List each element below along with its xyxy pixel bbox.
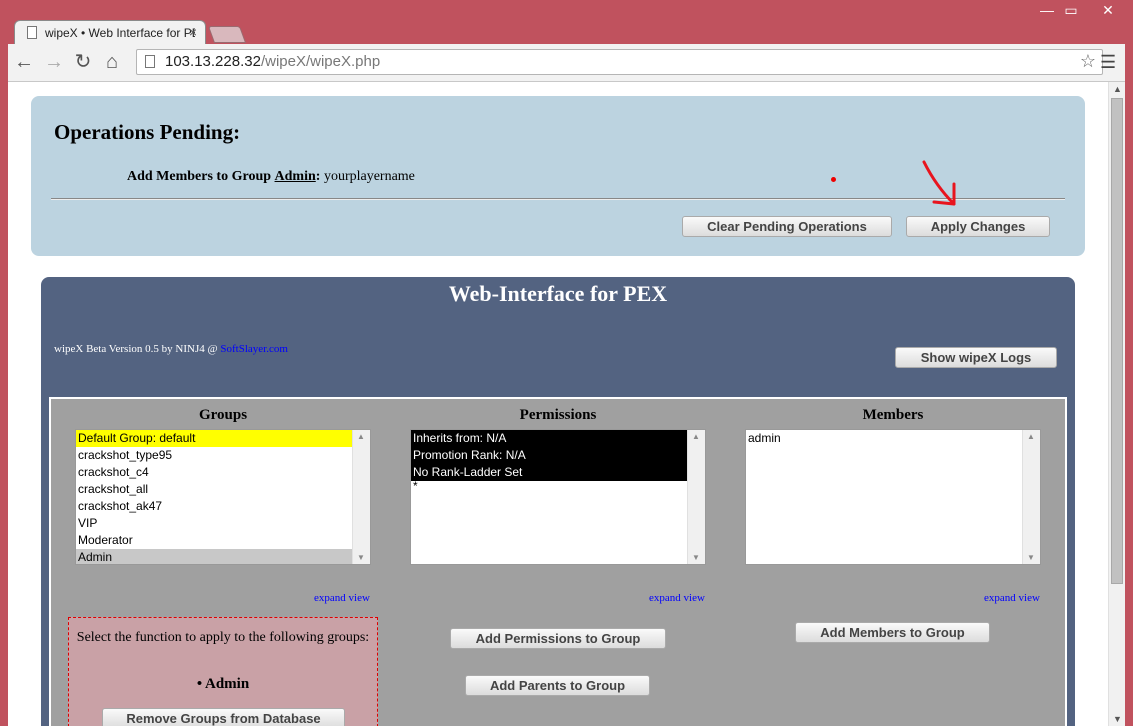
function-box: Select the function to apply to the foll…: [68, 617, 378, 726]
list-item[interactable]: crackshot_type95: [76, 447, 352, 464]
permissions-expand-link[interactable]: expand view: [649, 592, 705, 604]
add-permissions-button[interactable]: Add Permissions to Group: [450, 628, 666, 649]
hand-drawn-arrow-icon: [922, 160, 956, 206]
home-icon[interactable]: ⌂: [100, 50, 124, 74]
add-members-button[interactable]: Add Members to Group: [795, 622, 990, 643]
forward-icon[interactable]: →: [42, 50, 66, 74]
clear-pending-button[interactable]: Clear Pending Operations: [682, 216, 892, 237]
list-scrollbar[interactable]: ▲ ▼: [687, 430, 705, 564]
maximize-icon[interactable]: ▭: [1059, 2, 1083, 19]
group-link[interactable]: Admin: [275, 169, 316, 184]
scroll-up-icon[interactable]: ▲: [1113, 84, 1122, 94]
show-logs-button[interactable]: Show wipeX Logs: [895, 347, 1057, 368]
selected-group: • Admin: [196, 676, 250, 692]
close-window-icon[interactable]: ✕: [1093, 2, 1123, 19]
list-item[interactable]: Moderator: [76, 532, 352, 549]
divider: [51, 198, 1065, 200]
tab-close-icon[interactable]: ×: [189, 24, 197, 40]
list-item[interactable]: Inherits from: N/A: [411, 430, 687, 447]
scroll-thumb[interactable]: [1111, 98, 1123, 584]
list-scrollbar[interactable]: ▲ ▼: [1022, 430, 1040, 564]
browser-toolbar: ← → ↻ ⌂ 103.13.228.32/wipeX/wipeX.php ☆ …: [8, 44, 1125, 82]
pex-title: Web-Interface for PEX: [448, 281, 668, 306]
page-icon: [27, 26, 37, 39]
address-bar[interactable]: 103.13.228.32/wipeX/wipeX.php ☆: [136, 49, 1103, 75]
members-title: Members: [862, 407, 924, 423]
browser-tab[interactable]: wipeX • Web Interface for PEX ×: [14, 20, 206, 44]
groups-expand-link[interactable]: expand view: [314, 592, 370, 604]
permissions-title: Permissions: [519, 407, 597, 423]
list-item[interactable]: Promotion Rank: N/A: [411, 447, 687, 464]
members-list[interactable]: admin ▲ ▼: [745, 429, 1041, 565]
list-item[interactable]: crackshot_c4: [76, 464, 352, 481]
tab-title: wipeX • Web Interface for PEX: [45, 26, 195, 40]
red-dot: [831, 177, 836, 182]
url-text: 103.13.228.32/wipeX/wipeX.php: [165, 53, 381, 70]
list-item[interactable]: *: [411, 480, 687, 492]
list-item[interactable]: crackshot_all: [76, 481, 352, 498]
softslayer-link[interactable]: SoftSlayer.com: [220, 343, 288, 355]
function-instructions: Select the function to apply to the foll…: [76, 630, 370, 645]
reload-icon[interactable]: ↻: [71, 50, 95, 74]
management-area: Groups Permissions Members Default Group…: [49, 397, 1067, 726]
list-item[interactable]: crackshot_ak47: [76, 498, 352, 515]
list-item[interactable]: admin: [746, 430, 1022, 447]
members-expand-link[interactable]: expand view: [984, 592, 1040, 604]
add-parents-button[interactable]: Add Parents to Group: [465, 675, 650, 696]
list-item[interactable]: VIP: [76, 515, 352, 532]
scroll-down-icon[interactable]: ▼: [1113, 714, 1122, 724]
page-scrollbar[interactable]: ▲ ▼: [1108, 82, 1125, 726]
new-tab-button[interactable]: [207, 26, 247, 43]
permissions-list[interactable]: Inherits from: N/A Promotion Rank: N/A N…: [410, 429, 706, 565]
list-item[interactable]: No Rank-Ladder Set: [411, 464, 687, 481]
list-item[interactable]: Default Group: default: [76, 430, 352, 447]
groups-list[interactable]: Default Group: default crackshot_type95 …: [75, 429, 371, 565]
version-info: wipeX Beta Version 0.5 by NINJ4 @ SoftSl…: [54, 343, 288, 355]
groups-title: Groups: [198, 407, 248, 423]
page-viewport: Operations Pending: Add Members to Group…: [8, 82, 1125, 726]
menu-icon[interactable]: ☰: [1100, 52, 1116, 73]
apply-changes-button[interactable]: Apply Changes: [906, 216, 1050, 237]
list-scrollbar[interactable]: ▲ ▼: [352, 430, 370, 564]
bookmark-star-icon[interactable]: ☆: [1080, 51, 1096, 72]
back-icon[interactable]: ←: [12, 50, 36, 74]
pex-panel: Web-Interface for PEX wipeX Beta Version…: [41, 277, 1075, 726]
minimize-icon[interactable]: —: [1035, 2, 1059, 18]
browser-titlebar: wipeX • Web Interface for PEX × — ▭ ✕: [0, 0, 1133, 44]
remove-groups-button[interactable]: Remove Groups from Database: [102, 708, 345, 726]
list-item-selected[interactable]: Admin: [76, 549, 352, 564]
pending-operation: Add Members to Group Admin: yourplayerna…: [127, 169, 415, 184]
page-icon: [145, 55, 155, 68]
pending-title: Operations Pending:: [54, 120, 241, 144]
